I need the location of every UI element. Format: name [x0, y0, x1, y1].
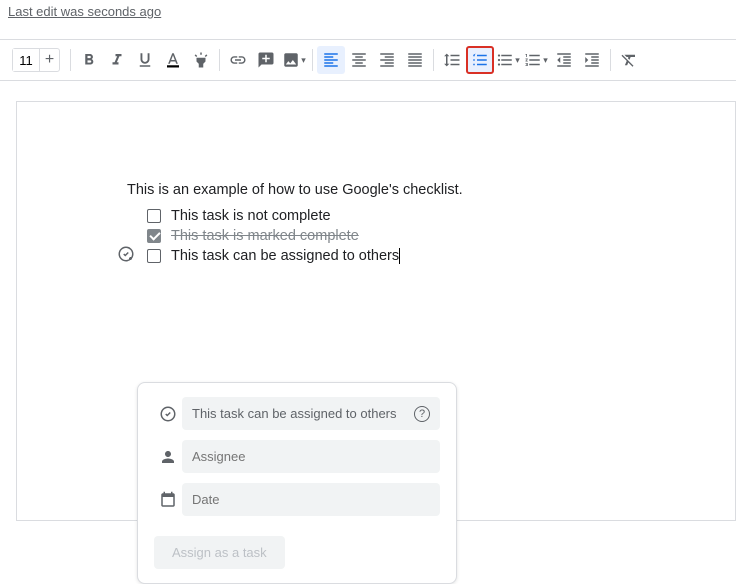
indent-decrease-button[interactable]: [550, 46, 578, 74]
underline-button[interactable]: [131, 46, 159, 74]
checklist-item[interactable]: This task is marked complete: [147, 228, 735, 244]
bold-button[interactable]: [75, 46, 103, 74]
italic-button[interactable]: [103, 46, 131, 74]
checklist-item[interactable]: This task is not complete: [147, 208, 735, 224]
assign-button[interactable]: Assign as a task: [154, 536, 285, 569]
text-color-button[interactable]: [159, 46, 187, 74]
intro-text: This is an example of how to use Google'…: [127, 182, 735, 198]
separator: [433, 49, 434, 71]
task-text: This task is marked complete: [171, 228, 359, 244]
date-input[interactable]: [182, 483, 440, 516]
task-icon: [154, 405, 182, 423]
clear-formatting-button[interactable]: [615, 46, 643, 74]
calendar-icon: [154, 491, 182, 509]
line-spacing-button[interactable]: [438, 46, 466, 74]
separator: [70, 49, 71, 71]
indent-increase-button[interactable]: [578, 46, 606, 74]
separator: [219, 49, 220, 71]
bulleted-list-button[interactable]: ▾: [494, 46, 522, 74]
toolbar: + ▾ ▾ ▾: [0, 39, 736, 81]
checkbox-icon[interactable]: [147, 209, 161, 223]
task-assignment-panel: ? Assign as a task: [137, 382, 457, 584]
align-right-button[interactable]: [373, 46, 401, 74]
task-title-input[interactable]: [182, 397, 440, 430]
checklist: This task is not complete This task is m…: [127, 208, 735, 264]
font-size-input[interactable]: [13, 49, 39, 71]
checklist-item[interactable]: This task can be assigned to others: [147, 248, 735, 264]
separator: [610, 49, 611, 71]
help-icon[interactable]: ?: [414, 406, 430, 422]
date-row: [154, 483, 440, 516]
document-page[interactable]: This is an example of how to use Google'…: [16, 101, 736, 521]
checkbox-icon[interactable]: [147, 249, 161, 263]
task-text: This task is not complete: [171, 208, 331, 224]
task-text: This task can be assigned to others: [171, 248, 399, 264]
image-button[interactable]: ▾: [280, 46, 308, 74]
highlight-button[interactable]: [187, 46, 215, 74]
page-container: This is an example of how to use Google'…: [0, 81, 736, 521]
text-cursor: [399, 248, 400, 264]
last-edit-link[interactable]: Last edit was seconds ago: [0, 0, 169, 23]
checkbox-checked-icon[interactable]: [147, 229, 161, 243]
assign-task-icon[interactable]: [117, 245, 135, 267]
comment-button[interactable]: [252, 46, 280, 74]
align-justify-button[interactable]: [401, 46, 429, 74]
person-icon: [154, 448, 182, 466]
task-title-row: ?: [154, 397, 440, 430]
font-size-control: +: [12, 48, 60, 72]
checklist-button[interactable]: [466, 46, 494, 74]
assignee-row: [154, 440, 440, 473]
align-center-button[interactable]: [345, 46, 373, 74]
separator: [312, 49, 313, 71]
link-button[interactable]: [224, 46, 252, 74]
font-size-increase[interactable]: +: [39, 49, 59, 71]
numbered-list-button[interactable]: ▾: [522, 46, 550, 74]
align-left-button[interactable]: [317, 46, 345, 74]
assignee-input[interactable]: [182, 440, 440, 473]
